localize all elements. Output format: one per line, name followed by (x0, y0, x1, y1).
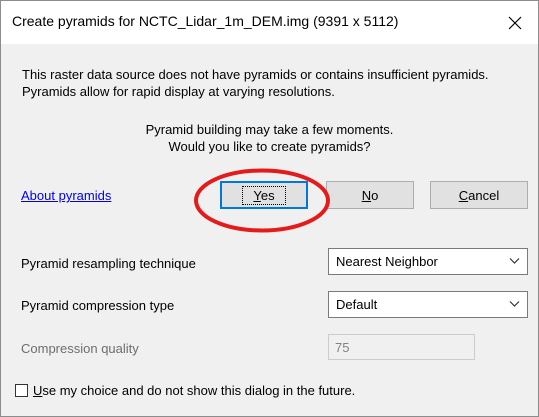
compression-select[interactable]: Default (328, 291, 528, 318)
question-line-1: Pyramid building may take a few moments. (145, 122, 394, 137)
about-pyramids-link[interactable]: About pyramids (21, 188, 111, 203)
remember-choice-label: Use my choice and do not show this dialo… (33, 383, 356, 398)
cancel-button[interactable]: Cancel (430, 181, 528, 209)
resampling-label: Pyramid resampling technique (21, 256, 196, 271)
chevron-down-icon (509, 301, 520, 307)
dialog-title: Create pyramids for NCTC_Lidar_1m_DEM.im… (12, 13, 399, 29)
info-line-2: Pyramids allow for rapid display at vary… (22, 84, 335, 99)
no-button-label: No (361, 187, 379, 203)
resampling-value: Nearest Neighbor (336, 254, 438, 269)
quality-input: 75 (328, 334, 475, 360)
remember-choice-checkbox[interactable] (15, 384, 28, 397)
yes-button[interactable]: Yes (220, 181, 308, 209)
close-button[interactable] (492, 1, 538, 44)
remember-choice-row[interactable]: Use my choice and do not show this dialo… (15, 383, 355, 398)
resampling-select[interactable]: Nearest Neighbor (328, 248, 528, 275)
quality-value: 75 (335, 339, 350, 355)
compression-value: Default (336, 297, 378, 312)
title-bar: Create pyramids for NCTC_Lidar_1m_DEM.im… (1, 1, 538, 44)
close-icon (508, 16, 522, 29)
cancel-button-label: Cancel (458, 187, 500, 203)
chevron-down-icon (509, 258, 520, 264)
info-line-1: This raster data source does not have py… (22, 67, 489, 82)
compression-label: Pyramid compression type (21, 298, 175, 313)
question-message: Pyramid building may take a few moments.… (1, 121, 538, 155)
info-message: This raster data source does not have py… (22, 66, 489, 100)
create-pyramids-dialog: Create pyramids for NCTC_Lidar_1m_DEM.im… (0, 0, 539, 417)
quality-label: Compression quality (21, 341, 139, 356)
question-line-2: Would you like to create pyramids? (168, 139, 371, 154)
yes-button-label: Yes (242, 185, 286, 205)
no-button[interactable]: No (326, 181, 414, 209)
